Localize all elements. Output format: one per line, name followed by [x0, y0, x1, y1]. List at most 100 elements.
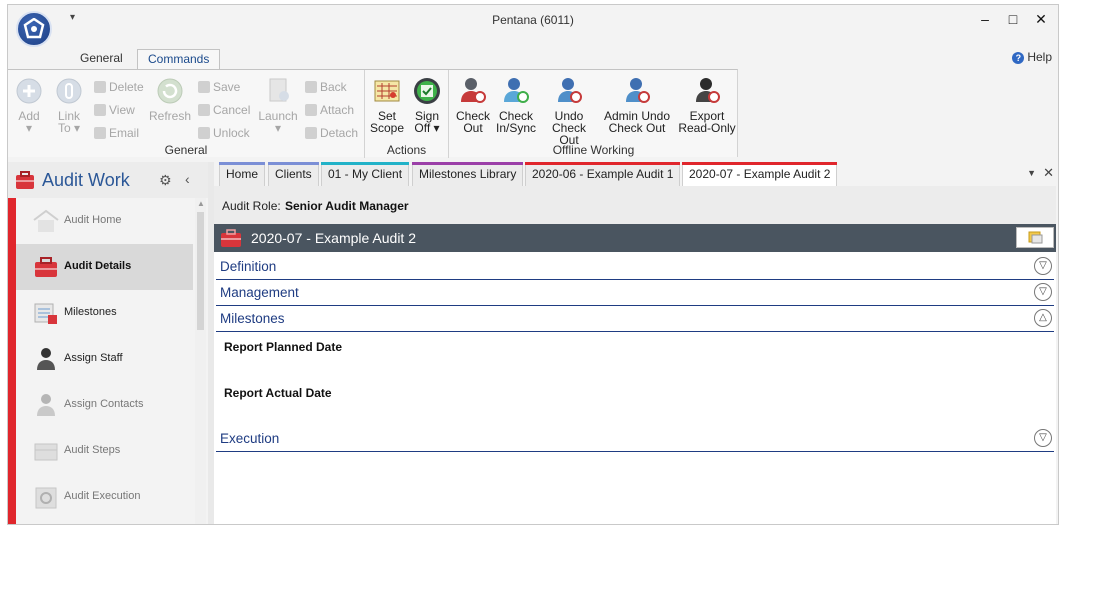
audit-role-label: Audit Role: — [222, 199, 281, 213]
tab-example-audit-2[interactable]: 2020-07 - Example Audit 2 — [682, 162, 838, 186]
tab-clients[interactable]: Clients — [268, 162, 319, 186]
nav-item-audit-home[interactable]: Audit Home — [16, 198, 193, 244]
back-button[interactable]: Back — [305, 80, 347, 94]
collapse-chevron-icon[interactable]: △ — [1034, 309, 1052, 327]
close-tab-icon[interactable]: ✕ — [1043, 165, 1054, 181]
admin-undo-user-icon — [626, 78, 650, 103]
refresh-button[interactable]: Refresh — [148, 76, 192, 122]
audit-note-button[interactable] — [1016, 227, 1054, 248]
section-milestones[interactable]: Milestones △ — [216, 306, 1054, 332]
view-icon — [94, 104, 106, 116]
undo-check-out-button[interactable]: Undo Check Out — [541, 76, 597, 146]
expand-chevron-icon[interactable]: ▽ — [1034, 429, 1052, 447]
tab-label: Clients — [275, 167, 312, 181]
tab-color-stripe — [268, 162, 319, 165]
tab-label: 2020-06 - Example Audit 1 — [532, 167, 674, 181]
audit-header-bar: 2020-07 - Example Audit 2 — [214, 224, 1056, 252]
set-scope-button[interactable]: Set Scope — [368, 76, 406, 134]
ribbon-tab-commands[interactable]: Commands — [137, 49, 221, 70]
section-execution[interactable]: Execution ▽ — [216, 426, 1054, 452]
nav-item-audit-steps[interactable]: Audit Steps — [16, 428, 193, 474]
refresh-icon — [157, 78, 183, 104]
detach-button[interactable]: Detach — [305, 126, 358, 140]
audit-role-row: Audit Role: Senior Audit Manager — [214, 186, 1056, 224]
nav-item-label: Milestones — [64, 306, 117, 318]
app-logo-icon[interactable] — [16, 11, 52, 47]
check-in-sync-button[interactable]: Check In/Sync — [493, 76, 539, 134]
detach-icon — [305, 127, 317, 139]
add-icon — [16, 78, 42, 104]
scroll-up-arrow-icon[interactable]: ▲ — [197, 199, 205, 208]
unlock-button[interactable]: Unlock — [198, 126, 250, 140]
attach-label: Attach — [320, 103, 355, 117]
view-button[interactable]: View — [94, 103, 135, 117]
collapse-panel-icon[interactable]: ‹ — [185, 171, 190, 187]
minimize-button[interactable]: – — [970, 8, 1000, 30]
section-definition[interactable]: Definition ▽ — [216, 254, 1054, 280]
audit-steps-icon — [34, 443, 58, 461]
help-link[interactable]: ? Help — [1012, 50, 1052, 64]
nav-scrollbar[interactable]: ▲ — [195, 198, 206, 524]
sign-off-button[interactable]: Sign Off ▾ — [409, 76, 445, 134]
ribbon-tab-strip: General Commands ? Help — [8, 35, 1058, 70]
audit-details-briefcase-icon — [35, 257, 57, 277]
view-label: View — [109, 103, 135, 117]
tab-home[interactable]: Home — [219, 162, 266, 186]
section-management[interactable]: Management ▽ — [216, 280, 1054, 306]
document-tab-bar: Home Clients 01 - My Client Milestones L… — [214, 162, 1058, 186]
check-in-label-2: In/Sync — [495, 121, 537, 135]
ribbon-group-offline-label: Offline Working — [552, 143, 635, 157]
scrollbar-thumb[interactable] — [197, 212, 204, 330]
section-title: Definition — [220, 259, 277, 274]
delete-icon — [94, 81, 106, 93]
link-icon — [56, 78, 82, 104]
link-to-label: To ▾ — [57, 121, 81, 135]
tab-my-client[interactable]: 01 - My Client — [321, 162, 410, 186]
nav-item-milestones[interactable]: Milestones — [16, 290, 193, 336]
nav-item-assign-staff[interactable]: Assign Staff — [16, 336, 193, 382]
sign-off-label-2: Off ▾ — [414, 121, 440, 135]
export-read-only-button[interactable]: Export Read-Only — [677, 76, 737, 134]
expand-chevron-icon[interactable]: ▽ — [1034, 283, 1052, 301]
nav-item-label: Audit Execution — [64, 490, 141, 502]
link-to-button[interactable]: Link To ▾ — [52, 76, 86, 134]
tab-color-stripe — [682, 162, 838, 165]
sign-off-check-icon — [414, 78, 440, 104]
title-bar: ▾ Pentana (6011) – □ ✕ — [8, 5, 1058, 35]
gear-icon[interactable]: ⚙ — [159, 172, 172, 189]
launch-icon — [269, 78, 289, 102]
maximize-button[interactable]: □ — [998, 8, 1028, 30]
save-button[interactable]: Save — [198, 80, 240, 94]
delete-button[interactable]: Delete — [94, 80, 144, 94]
email-icon — [94, 127, 106, 139]
tab-list-dropdown-icon[interactable]: ▼ — [1027, 168, 1036, 178]
ribbon-group-offline-working: Check Out Check In/Sync Undo Check Out Admi… — [449, 70, 738, 158]
window-title: Pentana (6011) — [492, 13, 574, 27]
expand-chevron-icon[interactable]: ▽ — [1034, 257, 1052, 275]
nav-item-audit-details[interactable]: Audit Details — [16, 244, 193, 290]
ribbon-group-actions: Set Scope Sign Off ▾ Actions — [365, 70, 449, 158]
tab-label: Home — [226, 167, 259, 181]
nav-item-assign-contacts[interactable]: Assign Contacts — [16, 382, 193, 428]
add-button[interactable]: Add ▾ — [14, 76, 44, 134]
admin-undo-check-out-button[interactable]: Admin Undo Check Out — [601, 76, 673, 134]
email-button[interactable]: Email — [94, 126, 139, 140]
attach-button[interactable]: Attach — [305, 103, 354, 117]
contacts-user-icon — [37, 394, 55, 416]
check-out-button[interactable]: Check Out — [453, 76, 493, 134]
nav-item-label: Audit Home — [64, 214, 122, 226]
nav-item-label: Audit Details — [64, 260, 132, 272]
undo-check-out-user-icon — [558, 78, 582, 103]
tab-milestones-library[interactable]: Milestones Library — [412, 162, 524, 186]
tab-example-audit-1[interactable]: 2020-06 - Example Audit 1 — [525, 162, 681, 186]
cancel-button[interactable]: Cancel — [198, 103, 250, 117]
launch-button[interactable]: Launch ▾ — [258, 76, 298, 134]
nav-item-audit-execution[interactable]: Audit Execution — [16, 474, 193, 520]
ribbon-tab-general[interactable]: General — [70, 49, 133, 69]
report-actual-date-label: Report Actual Date — [224, 386, 332, 400]
close-button[interactable]: ✕ — [1026, 8, 1056, 30]
application-window: ▾ Pentana (6011) – □ ✕ General Commands … — [7, 4, 1059, 525]
delete-label: Delete — [109, 80, 144, 94]
detach-label: Detach — [320, 126, 359, 140]
scope-map-icon — [374, 80, 400, 102]
